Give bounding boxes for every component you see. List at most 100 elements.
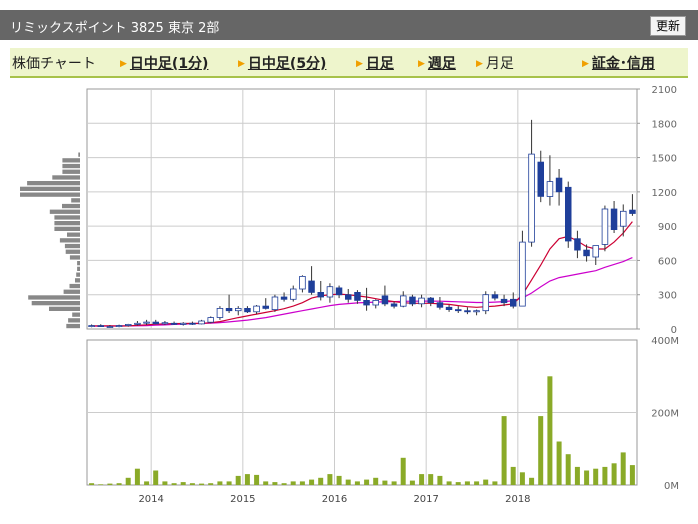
price-tick-label: 300 [658, 291, 677, 302]
candle-down [491, 294, 499, 299]
volume-bar [602, 466, 608, 485]
candle-down [390, 303, 398, 307]
volume-bar [364, 479, 370, 485]
volume-bar [189, 483, 195, 485]
volume-bar [409, 480, 415, 485]
candle-down [189, 322, 196, 325]
volume-bar [89, 483, 95, 485]
candle-up [161, 322, 169, 325]
x-tick-label: 2016 [322, 494, 347, 505]
tab-arrow-icon: ▶ [582, 59, 589, 69]
price-band-histogram [20, 152, 81, 329]
candle-down [445, 306, 453, 310]
price-band-bar [54, 226, 80, 231]
candle-up [482, 294, 489, 312]
volume-bar [428, 474, 434, 485]
candle-up [216, 307, 224, 318]
volume-bar [290, 481, 296, 485]
volume-bar [611, 463, 617, 486]
volume-bar [299, 481, 305, 485]
candle-up [115, 325, 123, 328]
candle-down [335, 287, 343, 296]
candle-down [262, 305, 269, 309]
price-band-bar [64, 243, 80, 249]
volume-plot-area [86, 339, 638, 486]
price-band-bar [75, 278, 80, 283]
candle-down [381, 295, 389, 305]
candle-down [500, 298, 508, 304]
candle-up [143, 321, 150, 324]
tab-0: 株価チャート [12, 53, 96, 73]
tab-5: ▶ 月足 [476, 53, 514, 73]
ma-long-line [91, 257, 633, 327]
price-band-bar [65, 249, 80, 254]
candle-up [106, 326, 114, 328]
volume-bar [309, 479, 315, 485]
tab-6[interactable]: ▶ 証金･信用 [582, 53, 655, 73]
candle-down [409, 296, 416, 305]
price-band-bar [49, 306, 80, 311]
volume-bar [538, 416, 544, 485]
candle-up [473, 310, 480, 313]
candle-down [565, 186, 572, 242]
volume-bar [235, 475, 241, 485]
volume-bar [547, 376, 553, 486]
candle-down [225, 307, 233, 312]
tab-4[interactable]: ▶ 週足 [418, 53, 456, 73]
candle-up [271, 296, 279, 311]
candle-up [519, 241, 526, 307]
candle-down [629, 209, 636, 214]
candle-up [179, 322, 187, 325]
ma-short-line [91, 221, 633, 327]
price-band-bar [69, 283, 80, 289]
price-tick-label: 1500 [652, 154, 677, 165]
x-tick-label: 2015 [230, 494, 255, 505]
price-tick-label: 2100 [652, 85, 677, 96]
price-band-bar [52, 175, 80, 180]
tab-arrow-icon: ▶ [418, 59, 425, 69]
price-plot-area [86, 88, 638, 330]
volume-bar [171, 483, 177, 485]
volume-bar [437, 475, 443, 485]
refresh-button[interactable]: 更新 [649, 16, 686, 36]
candle-up [198, 320, 205, 325]
price-band-bar [27, 181, 81, 186]
price-band-bar [63, 289, 80, 294]
volume-bar [281, 483, 287, 485]
price-band-bar [72, 312, 80, 317]
candle-up [299, 275, 306, 290]
price-band-bar [20, 186, 80, 191]
tab-label: 月足 [485, 56, 514, 72]
candle-down [583, 249, 590, 257]
candle-up [234, 307, 242, 312]
tab-3[interactable]: ▶ 日足 [356, 53, 394, 73]
volume-bar [272, 482, 278, 485]
price-band-bar [49, 209, 80, 214]
candle-up [326, 286, 334, 298]
tab-label: 証金･信用 [591, 56, 655, 72]
price-band-bar [20, 192, 80, 197]
volume-bar [391, 481, 397, 485]
candle-down [97, 325, 105, 328]
candle-down [454, 309, 462, 312]
tab-arrow-icon: ▶ [476, 59, 483, 69]
stock-chart: 0 300 600 900 1200 1500 1800 2100 0M 200M 400M 20… [20, 85, 679, 505]
volume-bar [98, 484, 104, 485]
tab-2[interactable]: ▶ 日中足(5分) [238, 53, 326, 73]
candle-down [280, 296, 288, 300]
candle-down [610, 208, 618, 231]
candle-up [592, 245, 600, 258]
price-tick-label: 900 [658, 222, 677, 233]
volume-bar [565, 454, 571, 485]
price-band-bar [67, 232, 80, 237]
x-axis: 2014 2015 2016 2017 2018 [138, 494, 530, 505]
volume-bar [134, 468, 140, 485]
volume-bar [254, 474, 260, 485]
candle-down [152, 321, 159, 325]
price-tick-label: 0 [671, 325, 677, 336]
volume-bar [180, 482, 186, 485]
candle-down [574, 238, 581, 251]
tab-1[interactable]: ▶ 日中足(1分) [120, 53, 208, 73]
price-band-bar [69, 255, 80, 260]
title-bar: リミックスポイント 3825 東京 2部 更新 [0, 10, 698, 40]
